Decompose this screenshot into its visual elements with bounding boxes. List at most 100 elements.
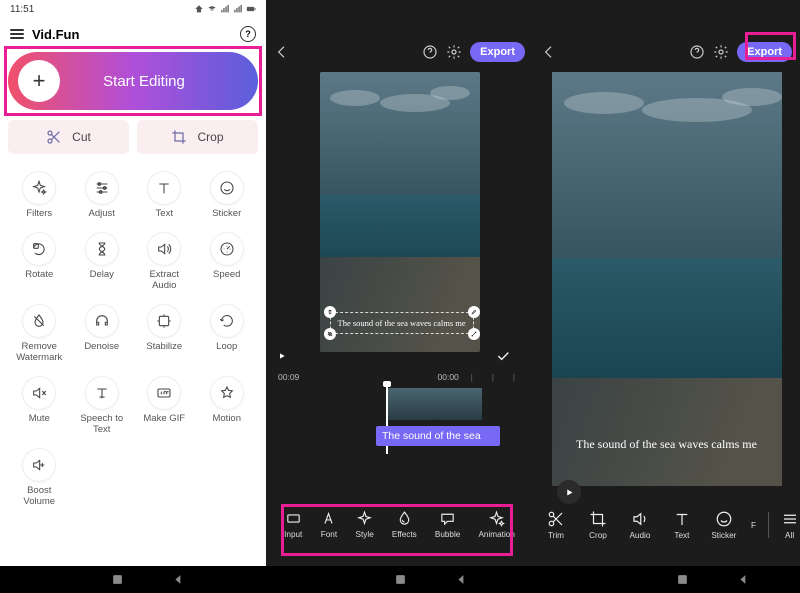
text-icon xyxy=(156,180,172,196)
divider xyxy=(768,512,769,538)
start-editing-label: Start Editing xyxy=(70,73,258,90)
overlay-copy-icon[interactable] xyxy=(324,328,336,340)
scissors-icon xyxy=(46,129,62,145)
main-tool-audio[interactable]: Audio xyxy=(623,510,657,540)
tool-sticker[interactable]: Sticker xyxy=(196,172,259,219)
help-icon[interactable] xyxy=(689,44,705,60)
time-label-current: 00:00 xyxy=(438,372,459,382)
smile-icon xyxy=(715,510,733,528)
cut-label: Cut xyxy=(72,130,91,144)
video-preview[interactable]: The sound of the sea waves calms me xyxy=(552,72,782,486)
settings-icon[interactable] xyxy=(446,44,462,60)
nav-back-icon[interactable] xyxy=(171,572,186,587)
tool-make-gif[interactable]: Make GIF xyxy=(133,377,196,435)
stabilize-icon xyxy=(156,313,172,329)
tool-denoise[interactable]: Denoise xyxy=(71,305,134,363)
text-track[interactable]: The sound of the sea xyxy=(376,426,500,446)
tool-text[interactable]: Text xyxy=(133,172,196,219)
tool-loop[interactable]: Loop xyxy=(196,305,259,363)
status-bar xyxy=(266,0,533,18)
sliders-icon xyxy=(94,180,110,196)
crop-icon xyxy=(589,510,607,528)
tool-extract-audio[interactable]: Extract Audio xyxy=(133,233,196,291)
main-tool-text[interactable]: Text xyxy=(665,510,699,540)
recents-icon[interactable] xyxy=(332,572,347,587)
help-icon[interactable]: ? xyxy=(240,26,256,42)
tool-speed[interactable]: Speed xyxy=(196,233,259,291)
caption-text: The sound of the sea waves calms me xyxy=(552,437,782,452)
tool-rotate[interactable]: Rotate xyxy=(8,233,71,291)
home-icon[interactable] xyxy=(110,572,125,587)
overlay-delete-icon[interactable] xyxy=(324,306,336,318)
play-button[interactable] xyxy=(272,346,292,366)
main-tool-sticker[interactable]: Sticker xyxy=(707,510,741,540)
hourglass-icon xyxy=(94,241,110,257)
menu-icon[interactable] xyxy=(10,29,24,39)
back-icon[interactable] xyxy=(541,44,557,60)
main-tool-trim[interactable]: Trim xyxy=(539,510,573,540)
tool-delay[interactable]: Delay xyxy=(71,233,134,291)
plus-icon: + xyxy=(18,60,60,102)
stt-icon xyxy=(94,385,110,401)
status-time: 11:51 xyxy=(10,4,34,15)
timeline-ruler: 00:09 00:00 | | | xyxy=(266,372,533,382)
star-icon xyxy=(219,385,235,401)
nav-back-icon[interactable] xyxy=(454,572,469,587)
smile-icon xyxy=(219,180,235,196)
crop-icon xyxy=(171,129,187,145)
recents-icon[interactable] xyxy=(614,572,629,587)
timeline-clips[interactable] xyxy=(386,388,482,420)
video-preview[interactable]: The sound of the sea waves calms me xyxy=(320,72,480,352)
caption-text: The sound of the sea waves calms me xyxy=(338,318,466,328)
recents-icon[interactable] xyxy=(49,572,64,587)
gif-icon xyxy=(156,385,172,401)
tool-remove-watermark[interactable]: Remove Watermark xyxy=(8,305,71,363)
back-icon[interactable] xyxy=(274,44,290,60)
sparkle-icon xyxy=(31,180,47,196)
tool-adjust[interactable]: Adjust xyxy=(71,172,134,219)
speed-icon xyxy=(219,241,235,257)
status-bar xyxy=(533,0,800,18)
app-title: Vid.Fun xyxy=(32,27,79,42)
audio-icon xyxy=(631,510,649,528)
tool-mute[interactable]: Mute xyxy=(8,377,71,435)
volume-up-icon xyxy=(31,457,47,473)
tool-boost-volume[interactable]: Boost Volume xyxy=(8,449,71,507)
overlay-scale-icon[interactable] xyxy=(468,328,480,340)
tool-speech-to-text[interactable]: Speech to Text xyxy=(71,377,134,435)
headphone-icon xyxy=(94,313,110,329)
settings-icon[interactable] xyxy=(713,44,729,60)
crop-button[interactable]: Crop xyxy=(137,120,258,154)
track-text: The sound of the sea xyxy=(382,430,481,442)
main-tool-all[interactable]: All xyxy=(779,510,800,540)
tool-motion[interactable]: Motion xyxy=(196,377,259,435)
home-icon[interactable] xyxy=(393,572,408,587)
menu-icon xyxy=(781,510,799,528)
audio-icon xyxy=(156,241,172,257)
tool-filters[interactable]: Filters xyxy=(8,172,71,219)
overlay-edit-icon[interactable] xyxy=(468,306,480,318)
confirm-button[interactable] xyxy=(493,346,513,366)
start-editing-button[interactable]: + Start Editing xyxy=(8,52,258,110)
export-button[interactable]: Export xyxy=(470,42,525,62)
home-icon[interactable] xyxy=(675,572,690,587)
drop-slash-icon xyxy=(31,313,47,329)
nav-back-icon[interactable] xyxy=(736,572,751,587)
main-toolbar: Trim Crop Audio Text Sticker F All xyxy=(533,499,800,551)
cut-button[interactable]: Cut xyxy=(8,120,129,154)
time-label-start: 00:09 xyxy=(278,372,299,382)
rotate-icon xyxy=(31,241,47,257)
android-navbar xyxy=(0,566,800,593)
annotation-highlight-text-tools xyxy=(281,504,513,556)
caption-overlay[interactable]: The sound of the sea waves calms me xyxy=(330,312,474,334)
crop-label: Crop xyxy=(197,130,223,144)
main-tool-more[interactable]: F xyxy=(749,521,758,530)
help-icon[interactable] xyxy=(422,44,438,60)
annotation-highlight-export xyxy=(745,32,796,60)
status-icons xyxy=(194,4,256,14)
main-tool-crop[interactable]: Crop xyxy=(581,510,615,540)
status-bar: 11:51 xyxy=(0,0,266,18)
tool-grid: Filters Adjust Text Sticker Rotate Delay… xyxy=(0,162,266,517)
app-header: Vid.Fun ? xyxy=(0,18,266,50)
tool-stabilize[interactable]: Stabilize xyxy=(133,305,196,363)
